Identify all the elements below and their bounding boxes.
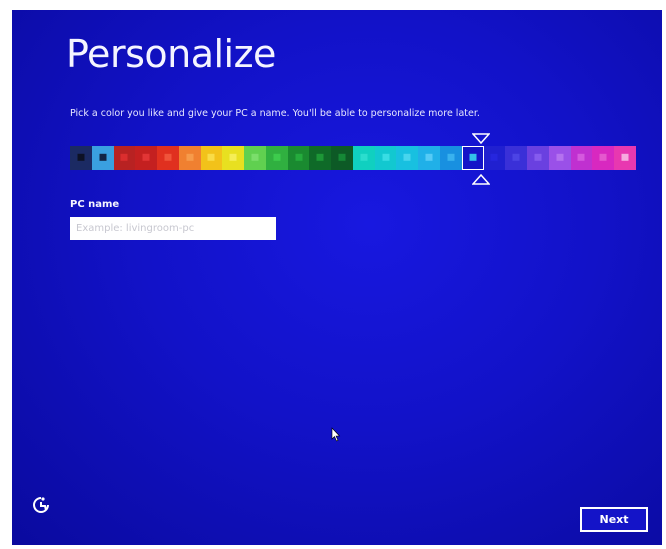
- color-swatch[interactable]: [287, 146, 310, 170]
- color-swatch[interactable]: [331, 146, 353, 170]
- color-swatch-chip: [142, 153, 150, 161]
- color-swatch[interactable]: [200, 146, 223, 170]
- color-swatch-chip: [295, 153, 303, 161]
- color-swatch[interactable]: [374, 146, 397, 170]
- color-swatch[interactable]: [418, 146, 441, 170]
- color-swatch[interactable]: [396, 146, 419, 170]
- color-swatch-chip: [99, 153, 107, 161]
- color-swatch-chip: [164, 153, 172, 161]
- color-swatch-chip: [186, 153, 194, 161]
- color-picker: [70, 146, 636, 170]
- color-swatch[interactable]: [178, 146, 201, 170]
- color-swatch[interactable]: [113, 146, 136, 170]
- color-swatch-chip: [338, 153, 346, 161]
- color-swatch[interactable]: [614, 146, 636, 170]
- color-swatch-chip: [120, 153, 128, 161]
- setup-screen: Personalize Pick a color you like and gi…: [12, 10, 662, 545]
- color-swatch[interactable]: [483, 146, 506, 170]
- color-swatch-chip: [229, 153, 237, 161]
- color-swatch-chip: [403, 153, 411, 161]
- color-swatch[interactable]: [527, 146, 549, 170]
- color-swatch[interactable]: [70, 146, 92, 170]
- color-swatch[interactable]: [135, 146, 158, 170]
- selected-color-marker-bottom-icon: [472, 173, 490, 185]
- pc-name-input[interactable]: [70, 217, 276, 240]
- color-swatch[interactable]: [244, 146, 266, 170]
- color-swatch-chip: [360, 153, 368, 161]
- selected-color-marker-top-icon: [472, 133, 490, 145]
- color-swatch[interactable]: [265, 146, 288, 170]
- color-swatch[interactable]: [440, 146, 462, 170]
- next-button[interactable]: Next: [580, 507, 648, 532]
- color-swatch-chip: [273, 153, 281, 161]
- color-swatch-chip: [469, 153, 477, 161]
- color-swatch-chip: [207, 153, 215, 161]
- color-swatch[interactable]: [570, 146, 593, 170]
- color-swatch-chip: [251, 153, 259, 161]
- color-swatch-chip: [512, 153, 520, 161]
- color-swatch-chip: [447, 153, 455, 161]
- color-swatch-chip: [534, 153, 542, 161]
- color-swatch[interactable]: [592, 146, 615, 170]
- page-title: Personalize: [66, 32, 276, 76]
- color-swatch[interactable]: [461, 146, 484, 170]
- color-swatch[interactable]: [157, 146, 179, 170]
- mouse-cursor-icon: [331, 427, 341, 442]
- color-swatch-chip: [316, 153, 324, 161]
- color-swatch-chip: [490, 153, 498, 161]
- color-swatch-chip: [599, 153, 607, 161]
- color-swatch[interactable]: [352, 146, 375, 170]
- color-swatch[interactable]: [91, 146, 114, 170]
- page-subtitle: Pick a color you like and give your PC a…: [70, 108, 480, 119]
- color-swatch[interactable]: [222, 146, 245, 170]
- ease-of-access-icon[interactable]: [32, 496, 50, 514]
- color-swatch[interactable]: [505, 146, 528, 170]
- color-swatch[interactable]: [309, 146, 332, 170]
- pc-name-label: PC name: [70, 199, 120, 210]
- color-swatch-chip: [382, 153, 390, 161]
- color-swatch-chip: [621, 153, 629, 161]
- color-swatch-chip: [577, 153, 585, 161]
- color-swatch-chip: [77, 153, 85, 161]
- color-swatch[interactable]: [548, 146, 571, 170]
- color-swatch-chip: [425, 153, 433, 161]
- color-swatch-chip: [556, 153, 564, 161]
